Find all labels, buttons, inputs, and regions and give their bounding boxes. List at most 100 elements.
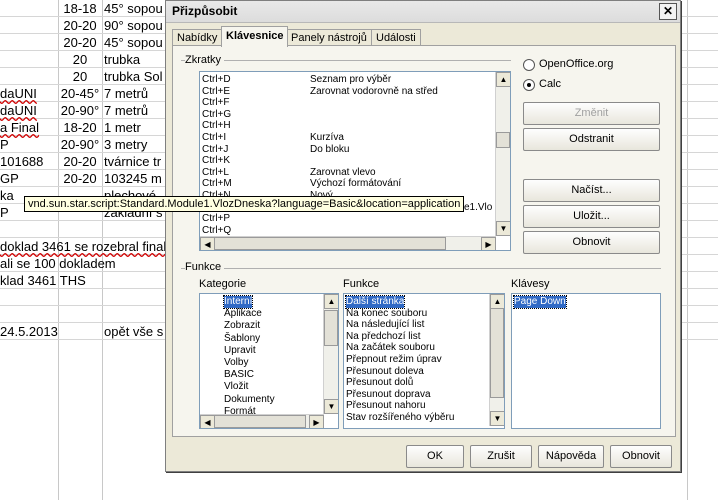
sheet-cell-b[interactable]: 18-20	[59, 119, 101, 136]
scroll-left-button[interactable]: ◀	[200, 237, 215, 250]
sheet-cell-b[interactable]: 20-45°	[59, 85, 101, 102]
scroll-left-button[interactable]: ◀	[200, 415, 215, 428]
sheet-cell-c[interactable]: tvárnice tr	[104, 153, 161, 170]
function-item[interactable]: Na předchozí list	[346, 331, 420, 343]
tab-events[interactable]: Události	[371, 29, 421, 46]
sheet-cell-a[interactable]: 101688	[0, 153, 43, 170]
sheet-cell-c[interactable]: 103245 m	[104, 170, 162, 187]
key-item[interactable]: Page Down	[513, 295, 567, 309]
function-item[interactable]: Přesunout dolů	[346, 377, 413, 389]
function-item[interactable]: Přesunout doleva	[346, 366, 424, 378]
sheet-cell-c[interactable]: 90° sopou	[104, 17, 163, 34]
cancel-button[interactable]: Zrušit	[470, 445, 532, 468]
scroll-thumb[interactable]	[496, 132, 510, 148]
sheet-cell-b[interactable]: 20-20	[59, 17, 101, 34]
sheet-cell-b[interactable]: 20	[59, 68, 101, 85]
sheet-cell-c[interactable]: 3 metry	[104, 136, 147, 153]
sheet-cell-a[interactable]: P	[0, 204, 9, 221]
change-button[interactable]: Změnit	[523, 102, 660, 125]
shortcut-key: Ctrl+D	[202, 74, 231, 85]
remove-button[interactable]: Odstranit	[523, 128, 660, 151]
ok-button[interactable]: OK	[406, 445, 464, 468]
sheet-cell-a[interactable]: a Final	[0, 119, 39, 136]
sheet-cell-a[interactable]: 24.5.2013	[0, 323, 58, 340]
sheet-cell-c[interactable]: 45° sopou	[104, 34, 163, 51]
hscroll-thumb[interactable]	[214, 415, 306, 428]
function-vertical-scrollbar[interactable]: ▲ ▼	[489, 294, 504, 426]
sheet-cell-b[interactable]: 20-90°	[59, 136, 101, 153]
sheet-cell-c[interactable]: trubka Sol	[104, 68, 163, 85]
sheet-cell-b[interactable]: 20	[59, 51, 101, 68]
category-item[interactable]: Šablony	[224, 333, 260, 345]
dialog-titlebar[interactable]: Přizpůsobit ✕	[166, 1, 680, 23]
sheet-cell-b[interactable]: 18-18	[59, 0, 101, 17]
help-button[interactable]: Nápověda	[538, 445, 604, 468]
function-item[interactable]: Přesunout nahoru	[346, 400, 426, 412]
category-item[interactable]: Aplikace	[224, 308, 262, 320]
category-item[interactable]: BASIC	[224, 369, 254, 381]
scroll-up-button[interactable]: ▲	[496, 72, 510, 87]
close-button[interactable]: ✕	[659, 3, 677, 20]
radio-openoffice[interactable]	[523, 59, 535, 71]
scroll-up-button[interactable]: ▲	[490, 294, 504, 309]
sheet-cell-a[interactable]: daUNI	[0, 102, 37, 119]
scroll-up-button[interactable]: ▲	[324, 294, 338, 309]
function-label: Funkce	[343, 278, 380, 290]
shortcut-command: Zarovnat vlevo	[310, 166, 376, 178]
function-item[interactable]: Přesunout doprava	[346, 389, 431, 401]
sheet-cell-a[interactable]: daUNI	[0, 85, 37, 102]
keys-list[interactable]: Page Down	[511, 293, 661, 429]
scroll-down-button[interactable]: ▼	[496, 221, 510, 236]
shortcuts-list[interactable]: Ctrl+D Seznam pro výběr Ctrl+E Zarovnat vod…	[199, 71, 511, 251]
scroll-down-button[interactable]: ▼	[324, 399, 338, 414]
category-item[interactable]: Vložit	[224, 381, 248, 393]
shortcuts-vertical-scrollbar[interactable]: ▲ ▼	[495, 72, 510, 236]
category-item[interactable]: Volby	[224, 357, 248, 369]
sheet-cell-c[interactable]: 45° sopou	[104, 0, 163, 17]
sheet-cell-c[interactable]: opět vše s	[104, 323, 163, 340]
scroll-thumb[interactable]	[324, 310, 338, 346]
sheet-cell-a[interactable]: ka	[0, 187, 14, 204]
reset-bottom-button[interactable]: Obnovit	[610, 445, 672, 468]
function-item[interactable]: Na začátek souboru	[346, 342, 435, 354]
sheet-cell-a[interactable]: doklad 3461 se rozebral final	[0, 238, 166, 255]
function-item[interactable]: Na konec souboru	[346, 308, 427, 320]
category-item[interactable]: Upravit	[224, 345, 256, 357]
scroll-thumb[interactable]	[490, 308, 504, 398]
sheet-cell-a[interactable]: klad 3461 THS	[0, 272, 86, 289]
category-item[interactable]: Zobrazit	[224, 320, 260, 332]
category-horizontal-scrollbar[interactable]: ◀ ▶	[200, 414, 324, 428]
scroll-down-button[interactable]: ▼	[490, 411, 504, 426]
sheet-cell-b[interactable]: 20-20	[59, 170, 101, 187]
tab-toolbars[interactable]: Panely nástrojů	[286, 29, 372, 46]
sheet-cell-c[interactable]: 7 metrů	[104, 102, 148, 119]
category-vertical-scrollbar[interactable]: ▲ ▼	[323, 294, 338, 414]
category-item[interactable]: Dokumenty	[224, 394, 275, 406]
function-list[interactable]: Další stránka Na konec souboru Na následuj…	[343, 293, 505, 429]
function-item[interactable]: Přepnout režim úprav	[346, 354, 442, 366]
load-button[interactable]: Načíst...	[523, 179, 660, 202]
sheet-cell-b[interactable]: 20-20	[59, 153, 101, 170]
function-item[interactable]: Na následující list	[346, 319, 424, 331]
scroll-right-button[interactable]: ▶	[481, 237, 496, 250]
sheet-cell-b[interactable]: 20-20	[59, 34, 101, 51]
radio-calc[interactable]	[523, 79, 535, 91]
sheet-cell-c[interactable]: 1 metr	[104, 119, 141, 136]
tab-menus[interactable]: Nabídky	[172, 29, 223, 46]
scroll-right-button[interactable]: ▶	[309, 415, 324, 428]
function-item[interactable]: Stav rozšířeného výběru	[346, 412, 454, 424]
shortcuts-horizontal-scrollbar[interactable]: ◀ ▶	[200, 236, 496, 250]
sheet-cell-c[interactable]: trubka	[104, 51, 140, 68]
sheet-cell-a[interactable]: GP	[0, 170, 19, 187]
save-button[interactable]: Uložit...	[523, 205, 660, 228]
category-item[interactable]: Interní	[222, 295, 254, 309]
sheet-cell-a[interactable]: ali se 100 dokladem	[0, 255, 116, 272]
sheet-cell-c[interactable]: 7 metrů	[104, 85, 148, 102]
sheet-cell-b[interactable]: 20-90°	[59, 102, 101, 119]
hscroll-thumb[interactable]	[214, 237, 446, 250]
function-item[interactable]: Další stránka	[344, 295, 406, 309]
category-tree[interactable]: Interní Aplikace Zobrazit Šablony Upravit Vol…	[199, 293, 339, 429]
reset-button[interactable]: Obnovit	[523, 231, 660, 254]
sheet-cell-a[interactable]: P	[0, 136, 9, 153]
tab-keyboard[interactable]: Klávesnice	[221, 26, 289, 47]
